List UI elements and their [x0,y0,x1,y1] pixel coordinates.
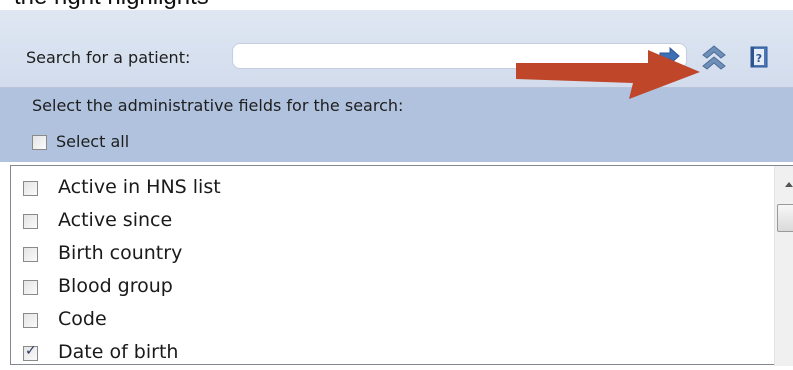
field-label: Active in HNS list [58,176,221,198]
svg-text:?: ? [756,52,762,65]
list-item[interactable]: Blood group [11,271,771,304]
fields-list: Active in HNS list Active since Birth coun… [10,165,793,366]
admin-fields-panel: Select the administrative fields for the… [0,88,793,162]
field-label: Active since [58,209,173,231]
collapse-up-icon[interactable] [700,44,728,70]
field-label: Blood group [58,275,173,297]
field-label: Date of birth [58,341,179,363]
select-all-label[interactable]: Select all [56,132,129,151]
field-checkbox[interactable] [23,247,38,262]
admin-fields-title: Select the administrative fields for the… [32,96,404,115]
list-item[interactable]: Birth country [11,238,771,271]
field-checkbox[interactable] [23,181,38,196]
field-label: Birth country [58,242,183,264]
search-arrow-icon[interactable] [658,45,682,67]
search-bar: Search for a patient: ? [0,10,793,88]
list-item[interactable]: Code [11,304,771,337]
field-checkbox[interactable] [23,313,38,328]
search-input[interactable] [232,43,687,69]
vertical-scrollbar[interactable] [774,166,793,366]
list-item[interactable]: Active in HNS list [11,172,771,205]
select-all-checkbox[interactable] [32,135,47,150]
field-checkbox[interactable] [23,214,38,229]
help-book-icon[interactable]: ? [749,45,769,69]
field-checkbox[interactable] [23,280,38,295]
field-label: Code [58,308,107,330]
list-item[interactable]: Active since [11,205,771,238]
scroll-up-arrow-icon[interactable] [785,182,793,187]
scroll-thumb[interactable] [777,204,793,232]
search-label: Search for a patient: [26,48,191,67]
